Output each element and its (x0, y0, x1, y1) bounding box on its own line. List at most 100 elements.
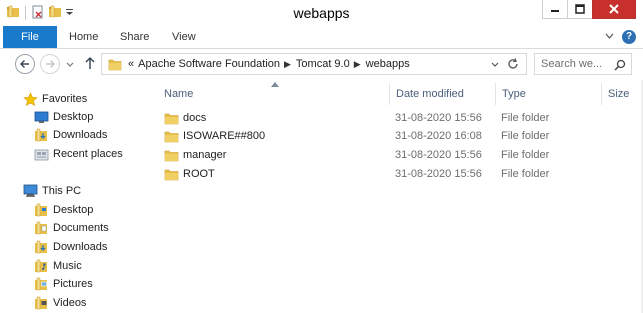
column-header-date-modified[interactable]: Date modified (390, 83, 496, 105)
favorites-label: Favorites (42, 93, 88, 105)
nav-item-label: Music (53, 260, 82, 272)
file-date-modified: 31-08-2020 15:56 (395, 112, 482, 124)
file-name: ISOWARE##800 (183, 130, 266, 142)
nav-item-videos[interactable]: Videos (33, 294, 86, 312)
favorites-node[interactable]: Favorites (22, 90, 87, 108)
column-header-name[interactable]: Name (158, 83, 390, 105)
nav-item-recent-places[interactable]: Recent places (33, 145, 123, 163)
up-button[interactable] (84, 56, 96, 73)
nav-item-label: Documents (53, 222, 109, 234)
nav-item-label: Desktop (53, 111, 94, 123)
file-type: File folder (501, 168, 550, 180)
breadcrumb-separator[interactable]: ▶ (354, 59, 361, 70)
address-dropdown-button[interactable] (491, 60, 499, 72)
file-row[interactable]: ROOT 31-08-2020 15:56 File folder (164, 165, 634, 183)
refresh-icon (508, 58, 518, 69)
desktop-icon (33, 109, 49, 125)
refresh-button[interactable] (506, 57, 520, 74)
chevron-down-icon (66, 62, 74, 67)
help-button[interactable]: ? (622, 30, 636, 44)
file-type: File folder (501, 149, 550, 161)
recent-places-icon (33, 146, 49, 162)
file-row[interactable]: docs 31-08-2020 15:56 File folder (164, 109, 634, 127)
file-date-modified: 31-08-2020 15:56 (395, 149, 482, 161)
nav-item-favorites-downloads[interactable]: Downloads (33, 126, 107, 144)
breadcrumb-item[interactable]: Tomcat 9.0 (296, 58, 350, 70)
file-name: ROOT (183, 168, 215, 180)
file-name: docs (183, 112, 207, 124)
search-input[interactable]: Search we... (541, 58, 602, 70)
tab-share[interactable]: Share (120, 26, 149, 48)
navigation-pane: Favorites Desktop Downloads Recent place… (0, 80, 147, 313)
customize-qat-icon[interactable] (65, 5, 74, 22)
back-button[interactable] (15, 54, 35, 74)
file-name: manager (183, 149, 227, 161)
breadcrumb-overflow[interactable]: « (128, 58, 134, 70)
tab-view[interactable]: View (172, 26, 196, 48)
nav-item-label: Downloads (53, 129, 108, 141)
folder-icon (33, 258, 49, 274)
folder-icon (33, 202, 49, 218)
folder-icon (33, 220, 49, 236)
qat-separator (25, 6, 26, 20)
nav-item-label: Downloads (53, 241, 108, 253)
folder-icon (33, 276, 49, 292)
folder-icon (33, 239, 49, 255)
nav-item-pictures[interactable]: Pictures (33, 275, 93, 293)
navigation-bar: « Apache Software Foundation ▶ Tomcat 9.… (0, 50, 643, 78)
minimize-icon (551, 10, 559, 12)
ribbon-tabs: File Home Share View ? (0, 26, 643, 49)
close-icon (609, 4, 619, 14)
nav-item-favorites-desktop[interactable]: Desktop (33, 108, 93, 126)
breadcrumb-item[interactable]: webapps (366, 58, 410, 70)
nav-item-music[interactable]: Music (33, 257, 82, 275)
folder-icon (33, 295, 49, 311)
folder-icon (164, 130, 179, 143)
this-pc-node[interactable]: This PC (22, 182, 81, 200)
forward-button[interactable] (40, 54, 60, 74)
tab-home[interactable]: Home (69, 26, 98, 48)
quick-access-toolbar (6, 5, 74, 21)
nav-item-documents[interactable]: Documents (33, 219, 109, 237)
explorer-folder-icon[interactable] (6, 5, 20, 22)
arrow-right-icon (46, 60, 55, 68)
this-pc-label: This PC (42, 185, 82, 197)
chevron-down-icon (491, 62, 499, 67)
breadcrumb-item[interactable]: Apache Software Foundation (138, 58, 280, 70)
maximize-button[interactable] (567, 0, 593, 19)
nav-item-pc-desktop[interactable]: Desktop (33, 201, 93, 219)
nav-item-label: Videos (53, 297, 87, 309)
new-folder-icon[interactable] (48, 5, 62, 22)
close-button[interactable] (592, 0, 636, 19)
expand-ribbon-icon[interactable] (605, 29, 614, 46)
folder-icon (164, 112, 179, 125)
file-type: File folder (501, 112, 550, 124)
breadcrumb-separator[interactable]: ▶ (284, 59, 291, 70)
file-list: Name Date modified Type Size docs 31-08-… (148, 80, 643, 313)
file-row[interactable]: ISOWARE##800 31-08-2020 16:08 File folde… (164, 127, 634, 145)
file-type: File folder (501, 130, 550, 142)
recent-locations-dropdown[interactable] (66, 60, 74, 72)
file-date-modified: 31-08-2020 16:08 (395, 130, 482, 142)
arrow-left-icon (20, 60, 29, 68)
nav-item-pc-downloads[interactable]: Downloads (33, 238, 107, 256)
downloads-folder-icon (33, 127, 49, 143)
column-header-size[interactable]: Size (602, 83, 643, 105)
title-bar: webapps (0, 0, 643, 26)
minimize-button[interactable] (542, 0, 568, 19)
tab-file[interactable]: File (3, 26, 57, 48)
folder-icon (164, 149, 179, 162)
search-box[interactable]: Search we... (534, 53, 632, 75)
nav-item-label: Desktop (53, 204, 94, 216)
nav-item-label: Recent places (53, 148, 123, 160)
column-header-type[interactable]: Type (496, 83, 602, 105)
file-row[interactable]: manager 31-08-2020 15:56 File folder (164, 146, 634, 164)
computer-icon (22, 183, 38, 199)
file-date-modified: 31-08-2020 15:56 (395, 168, 482, 180)
properties-icon[interactable] (31, 5, 45, 22)
window-controls (542, 0, 636, 19)
search-icon[interactable] (614, 58, 626, 78)
address-bar[interactable]: « Apache Software Foundation ▶ Tomcat 9.… (101, 53, 527, 75)
location-folder-icon (108, 58, 122, 71)
arrow-up-icon (85, 56, 95, 69)
